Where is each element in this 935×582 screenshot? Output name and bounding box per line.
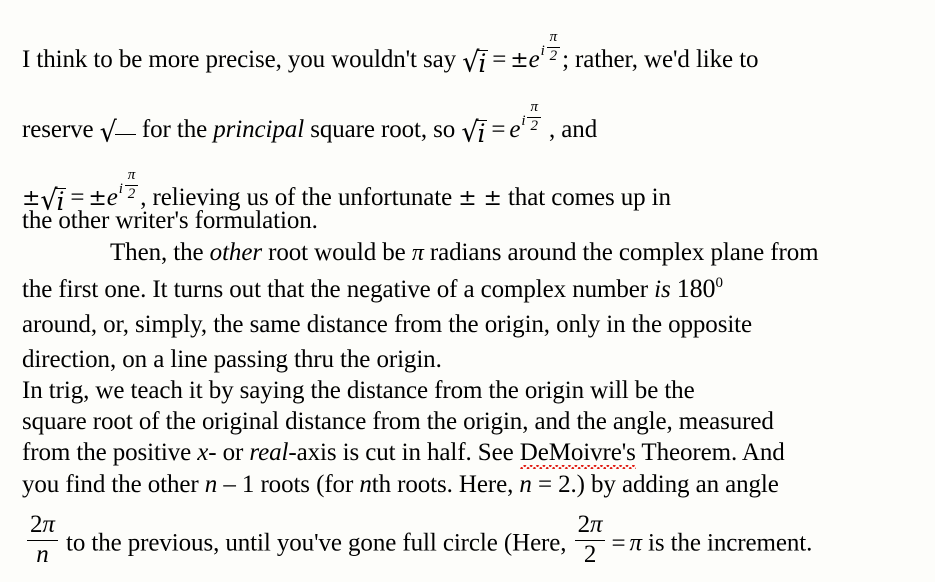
text-line-9: In trig, we teach it by saying the dista… — [22, 378, 695, 403]
plus-minus-sign-1: ± — [510, 47, 529, 73]
exponent-i-2: i — [521, 112, 526, 129]
text-line-5: Then, the other root would be π radians … — [22, 239, 819, 266]
line-2-text-for-the: for the — [135, 115, 214, 143]
bare-radical-symbol: √ — [99, 116, 136, 149]
line-11-text-theorem-and: Theorem. And — [635, 439, 785, 466]
emphasis-other: other — [209, 239, 262, 266]
numerator-pi-2: π — [590, 511, 603, 538]
exponent-i-3: i — [118, 180, 123, 197]
line-11-text-axis-cut-in-half: -axis is cut in half. See — [288, 439, 520, 466]
degree-superscript-zero: 0 — [715, 275, 723, 291]
emphasis-principal: principal — [213, 115, 305, 143]
text-line-6: the first one. It turns out that the neg… — [22, 274, 723, 303]
sqrt-i-expression-1: √i — [462, 48, 489, 78]
fraction-numerator-pi-3: π — [124, 167, 139, 186]
line-4-text: the other writer's formulation. — [22, 207, 318, 234]
pi-symbol-radians: π — [411, 240, 424, 266]
exponent-i-pi-over-2-1: iπ2 — [540, 29, 563, 65]
variable-x: x — [197, 439, 209, 466]
text-line-1: I think to be more precise, you wouldn't… — [22, 29, 759, 78]
line-11-text-from-the-positive: from the positive — [22, 439, 198, 466]
plus-minus-pair: ± ± — [458, 185, 502, 211]
line-7-text: around, or, simply, the same distance fr… — [22, 311, 753, 338]
line-11-text-or: - or — [208, 439, 250, 466]
fraction-2pi-over-2: 2π 2 — [574, 511, 606, 568]
text-line-4: the other writer's formulation. — [22, 208, 318, 233]
line-3-text-that-comes-up-in: that comes up in — [501, 183, 671, 211]
equals-sign-4: = — [611, 529, 626, 557]
line-1-text-before: I think to be more precise, you wouldn't… — [22, 45, 463, 73]
fraction-2pi-over-n: 2π n — [27, 511, 58, 568]
fraction-pi-over-2-3: π2 — [124, 167, 139, 203]
fraction-denominator-2-3: 2 — [127, 185, 136, 202]
fraction-denominator-n: n — [36, 540, 49, 568]
fraction-pi-over-2-2: π2 — [527, 99, 541, 135]
fraction-numerator-2pi-2: 2π — [574, 511, 606, 541]
text-line-11: from the positive x- or real-axis is cut… — [22, 439, 785, 469]
numerator-pi-1: π — [42, 511, 55, 538]
sqrt-i-expression-2: √i — [461, 118, 488, 148]
line-5-text-then-the: Then, the — [110, 239, 210, 266]
radicand-i: i — [476, 118, 488, 148]
line-5-text-root-would-be: root would be — [261, 239, 412, 266]
variable-n-2: n — [359, 471, 372, 498]
exponent-i-pi-over-2-2: iπ2 — [521, 99, 543, 135]
line-1-text-after: ; rather, we'd like to — [562, 45, 759, 73]
equals-sign-1: = — [492, 45, 507, 73]
fraction-numerator-pi-2: π — [527, 99, 541, 118]
emphasis-real: real — [249, 439, 289, 466]
document-page: I think to be more precise, you wouldn't… — [0, 0, 935, 582]
fraction-denominator-2-1: 2 — [549, 47, 558, 64]
numerator-two-1: 2 — [30, 511, 43, 538]
line-10-text: square root of the original distance fro… — [22, 408, 774, 435]
fraction-pi-over-2-1: π2 — [546, 29, 561, 65]
line-9-text: In trig, we teach it by saying the dista… — [22, 377, 695, 404]
line-2-text-and: , and — [542, 115, 598, 143]
exponent-i-1: i — [540, 42, 545, 59]
spellcheck-misspelled-word[interactable]: DeMoivre's — [519, 440, 636, 469]
line-5-text-radians: radians around the complex plane from — [423, 239, 819, 266]
emphasis-is: is — [654, 276, 671, 303]
line-12-text-you-find: you find the other — [22, 471, 205, 498]
radical-icon: √ — [99, 116, 117, 149]
euler-e-1: e — [528, 45, 540, 73]
text-line-8: direction, on a line passing thru the or… — [22, 347, 442, 372]
radical-overbar — [114, 133, 136, 135]
numerator-two-2: 2 — [577, 511, 591, 538]
line-8-text: direction, on a line passing thru the or… — [22, 346, 442, 373]
variable-n-1: n — [204, 471, 218, 498]
line-12-text-th-roots-here: th roots. Here, — [371, 471, 520, 498]
radicand-i: i — [477, 48, 489, 78]
line-12-text-equals-two: = 2.) by adding an angle — [531, 471, 779, 498]
equals-sign-2: = — [491, 115, 506, 143]
fraction-numerator-2pi-1: 2π — [27, 511, 58, 541]
line-2-text-square-root-so: square root, so — [304, 115, 462, 143]
pi-symbol-increment: π — [629, 529, 642, 557]
degree-value-180: 180 — [676, 274, 716, 303]
text-line-7: around, or, simply, the same distance fr… — [22, 312, 752, 337]
line-13-text-to-the-previous: to the previous, until you've gone full … — [59, 529, 573, 557]
text-line-2: reserve √ for the principal square root,… — [22, 99, 598, 149]
line-6-text-before: the first one. It turns out that the neg… — [22, 276, 655, 303]
fraction-denominator-two: 2 — [583, 540, 597, 568]
fraction-numerator-pi-1: π — [546, 29, 561, 48]
exponent-i-pi-over-2-3: iπ2 — [118, 167, 141, 203]
line-12-text-minus-one-roots: – 1 roots (for — [217, 471, 360, 498]
text-line-10: square root of the original distance fro… — [22, 409, 774, 434]
line-2-text-reserve: reserve — [22, 115, 100, 143]
variable-n-3: n — [519, 471, 532, 498]
line-13-text-is-the-increment: is the increment. — [641, 529, 813, 557]
euler-e-2: e — [509, 115, 521, 143]
text-line-12: you find the other n – 1 roots (for nth … — [22, 472, 779, 497]
fraction-denominator-2-2: 2 — [530, 117, 538, 134]
text-line-13: 2π n to the previous, until you've gone f… — [25, 511, 813, 568]
